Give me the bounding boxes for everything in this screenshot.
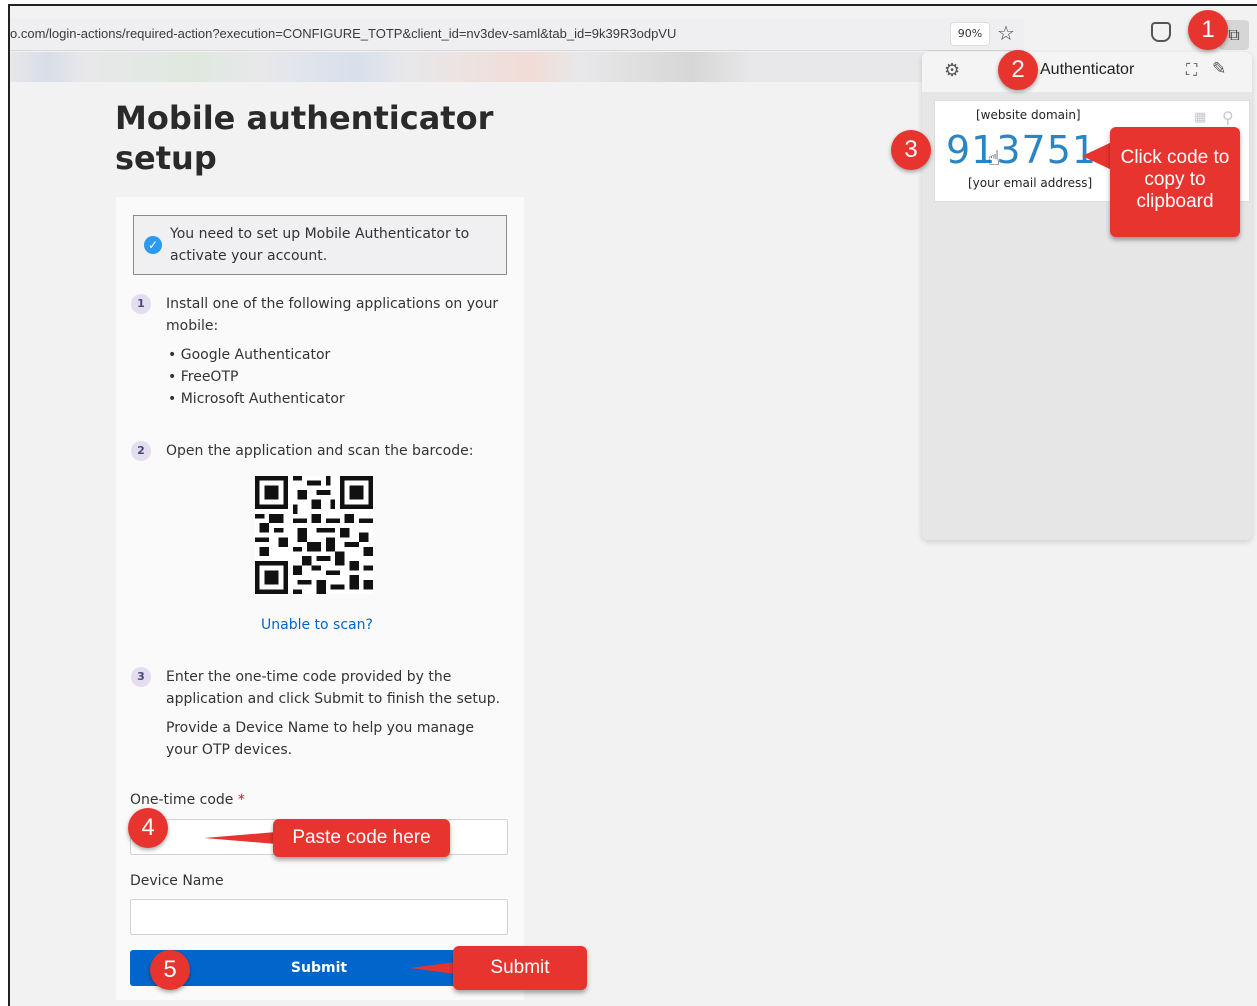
required-asterisk: * (237, 792, 245, 808)
copy-callout: Click code to copy to clipboard (1110, 127, 1240, 237)
annotation-marker-5: 5 (150, 950, 190, 990)
hand-cursor-icon: ☝ (988, 146, 1001, 170)
settings-gear-icon[interactable]: ⚙ (944, 60, 960, 81)
annotation-marker-2: 2 (998, 50, 1038, 90)
scan-qr-icon[interactable]: ⛶ (1186, 60, 1197, 80)
submit-callout: Submit (453, 946, 587, 990)
qr-code-image (255, 476, 373, 594)
paste-callout-arrow (204, 832, 276, 844)
entry-domain: [website domain] (976, 108, 1081, 122)
alert-text: You need to set up Mobile Authenticator … (170, 226, 470, 264)
list-item: FreeOTP (168, 366, 345, 388)
authenticator-app-list: Google Authenticator FreeOTP Microsoft A… (168, 344, 345, 410)
entry-email: [your email address] (968, 176, 1093, 190)
pocket-icon[interactable] (1151, 22, 1171, 42)
unable-to-scan-link[interactable]: Unable to scan? (261, 617, 373, 633)
page-title: Mobile authenticator setup (115, 99, 494, 177)
show-qr-icon[interactable]: ▦ (1194, 110, 1206, 125)
otp-label: One-time code * (130, 792, 245, 808)
submit-callout-arrow (410, 962, 456, 974)
edit-pencil-icon[interactable]: ✎ (1212, 59, 1226, 79)
step-1-badge: 1 (131, 294, 151, 314)
zoom-indicator[interactable]: 90% (950, 22, 990, 46)
step-3-text: Enter the one-time code provided by the … (166, 669, 501, 707)
annotation-marker-1: 1 (1188, 10, 1228, 50)
step-1-text: Install one of the following application… (166, 296, 499, 334)
bookmark-star-icon[interactable]: ☆ (997, 20, 1015, 46)
check-circle-icon: ✓ (144, 236, 162, 254)
annotation-marker-3: 3 (891, 130, 931, 170)
otp-code[interactable]: 913751 (946, 128, 1097, 172)
paste-callout: Paste code here (273, 819, 450, 857)
step-3-badge: 3 (131, 667, 151, 687)
address-bar[interactable]: o.com/login-actions/required-action?exec… (10, 18, 1024, 51)
step-2-text: Open the application and scan the barcod… (166, 443, 474, 459)
pin-icon[interactable]: ⚲ (1222, 108, 1234, 127)
step-2-badge: 2 (131, 441, 151, 461)
annotation-marker-4: 4 (128, 808, 168, 848)
step-3-extra-text: Provide a Device Name to help you manage… (166, 720, 475, 758)
device-name-input[interactable] (130, 899, 508, 935)
list-item: Microsoft Authenticator (168, 388, 345, 410)
url-text: o.com/login-actions/required-action?exec… (10, 26, 677, 41)
authenticator-title: Authenticator (1040, 61, 1135, 78)
device-name-label: Device Name (130, 873, 224, 889)
copy-callout-arrow (1082, 142, 1112, 170)
list-item: Google Authenticator (168, 344, 345, 366)
